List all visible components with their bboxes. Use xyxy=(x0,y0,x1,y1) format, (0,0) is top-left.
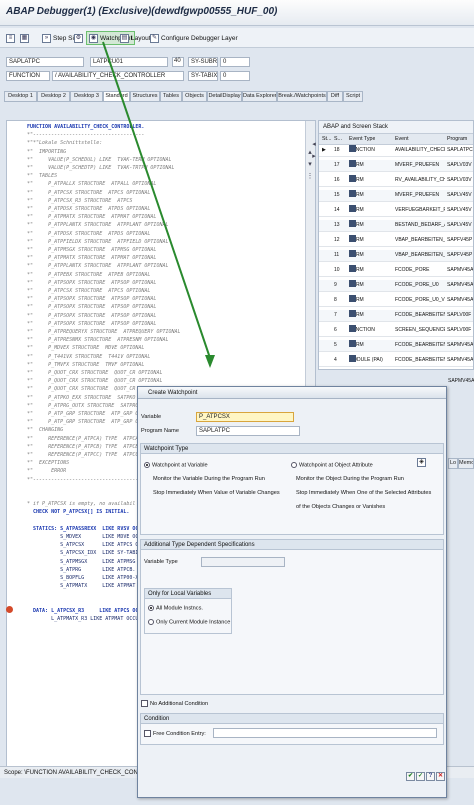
watchpoint-type-group: Watchpoint Type Watchpoint at Variable M… xyxy=(140,443,444,535)
program-name-label: Program Name xyxy=(141,428,179,434)
at-object-option[interactable]: Watchpoint at Object Attribute xyxy=(291,462,373,468)
at-object-label: Watchpoint at Object Attribute xyxy=(299,462,373,469)
cancel-button[interactable]: ✕ xyxy=(436,772,445,781)
apply-button[interactable]: ✓ xyxy=(416,772,425,781)
all-modules-option[interactable]: All Module Instncs. xyxy=(148,605,203,611)
arrow-head xyxy=(205,355,215,368)
dialog-title: Create Watchpoint xyxy=(138,387,446,399)
current-module-radio[interactable] xyxy=(148,619,154,625)
attribute-picker-icon[interactable]: ◈ xyxy=(417,458,426,467)
arrow-line xyxy=(102,41,211,359)
at-object-radio[interactable] xyxy=(291,462,297,468)
local-variables-title: Only for Local Variables xyxy=(145,589,231,599)
at-object-desc2: Stop Immediately When One of the Selecte… xyxy=(296,490,432,496)
free-condition-label: Free Condition Entry: xyxy=(153,730,206,737)
watchpoint-type-title: Watchpoint Type xyxy=(141,444,443,454)
local-variables-group: Only for Local Variables All Module Inst… xyxy=(144,588,232,634)
no-condition-checkbox[interactable] xyxy=(141,700,148,707)
dialog-title-text: Create Watchpoint xyxy=(148,390,198,396)
at-variable-desc1: Monitor the Variable During the Program … xyxy=(153,476,265,482)
help-button[interactable]: ? xyxy=(426,772,435,781)
condition-group: Condition Free Condition Entry: xyxy=(140,713,444,745)
free-condition-option[interactable]: Free Condition Entry: xyxy=(144,730,206,737)
additional-specs-title: Additional Type Dependent Specifications xyxy=(141,540,443,550)
variable-type-field xyxy=(201,557,285,567)
at-variable-desc2: Stop Immediately When Value of Variable … xyxy=(153,490,280,496)
check-icon: ✔ xyxy=(407,773,414,779)
program-name-input[interactable]: SAPLATPC xyxy=(196,426,300,436)
variable-input[interactable]: P_ATPCSX xyxy=(196,412,294,422)
free-condition-checkbox[interactable] xyxy=(144,730,151,737)
all-modules-label: All Module Instncs. xyxy=(156,605,203,612)
free-condition-input[interactable] xyxy=(213,728,437,738)
at-object-desc1: Monitor the Object During the Program Ru… xyxy=(296,476,404,482)
at-object-desc3: of the Objects Changes or Vanishes xyxy=(296,504,386,510)
no-condition-label: No Additional Condition xyxy=(150,700,209,707)
at-variable-option[interactable]: Watchpoint at Variable xyxy=(144,462,208,468)
no-condition-option[interactable]: No Additional Condition xyxy=(141,700,208,707)
current-module-label: Only Current Module Instance xyxy=(156,619,231,626)
at-variable-label: Watchpoint at Variable xyxy=(152,462,208,469)
variable-type-label: Variable Type xyxy=(144,559,178,565)
cancel-icon: ✕ xyxy=(437,773,444,779)
current-module-option[interactable]: Only Current Module Instance xyxy=(148,619,230,625)
variable-label: Variable xyxy=(141,414,162,420)
help-icon: ? xyxy=(428,773,433,779)
apply-icon: ✓ xyxy=(417,773,424,779)
create-watchpoint-dialog: Create Watchpoint Variable P_ATPCSX Prog… xyxy=(137,386,447,798)
condition-title: Condition xyxy=(141,714,443,724)
at-variable-radio[interactable] xyxy=(144,462,150,468)
additional-specs-group: Additional Type Dependent Specifications… xyxy=(140,539,444,695)
confirm-button[interactable]: ✔ xyxy=(406,772,415,781)
all-modules-radio[interactable] xyxy=(148,605,154,611)
